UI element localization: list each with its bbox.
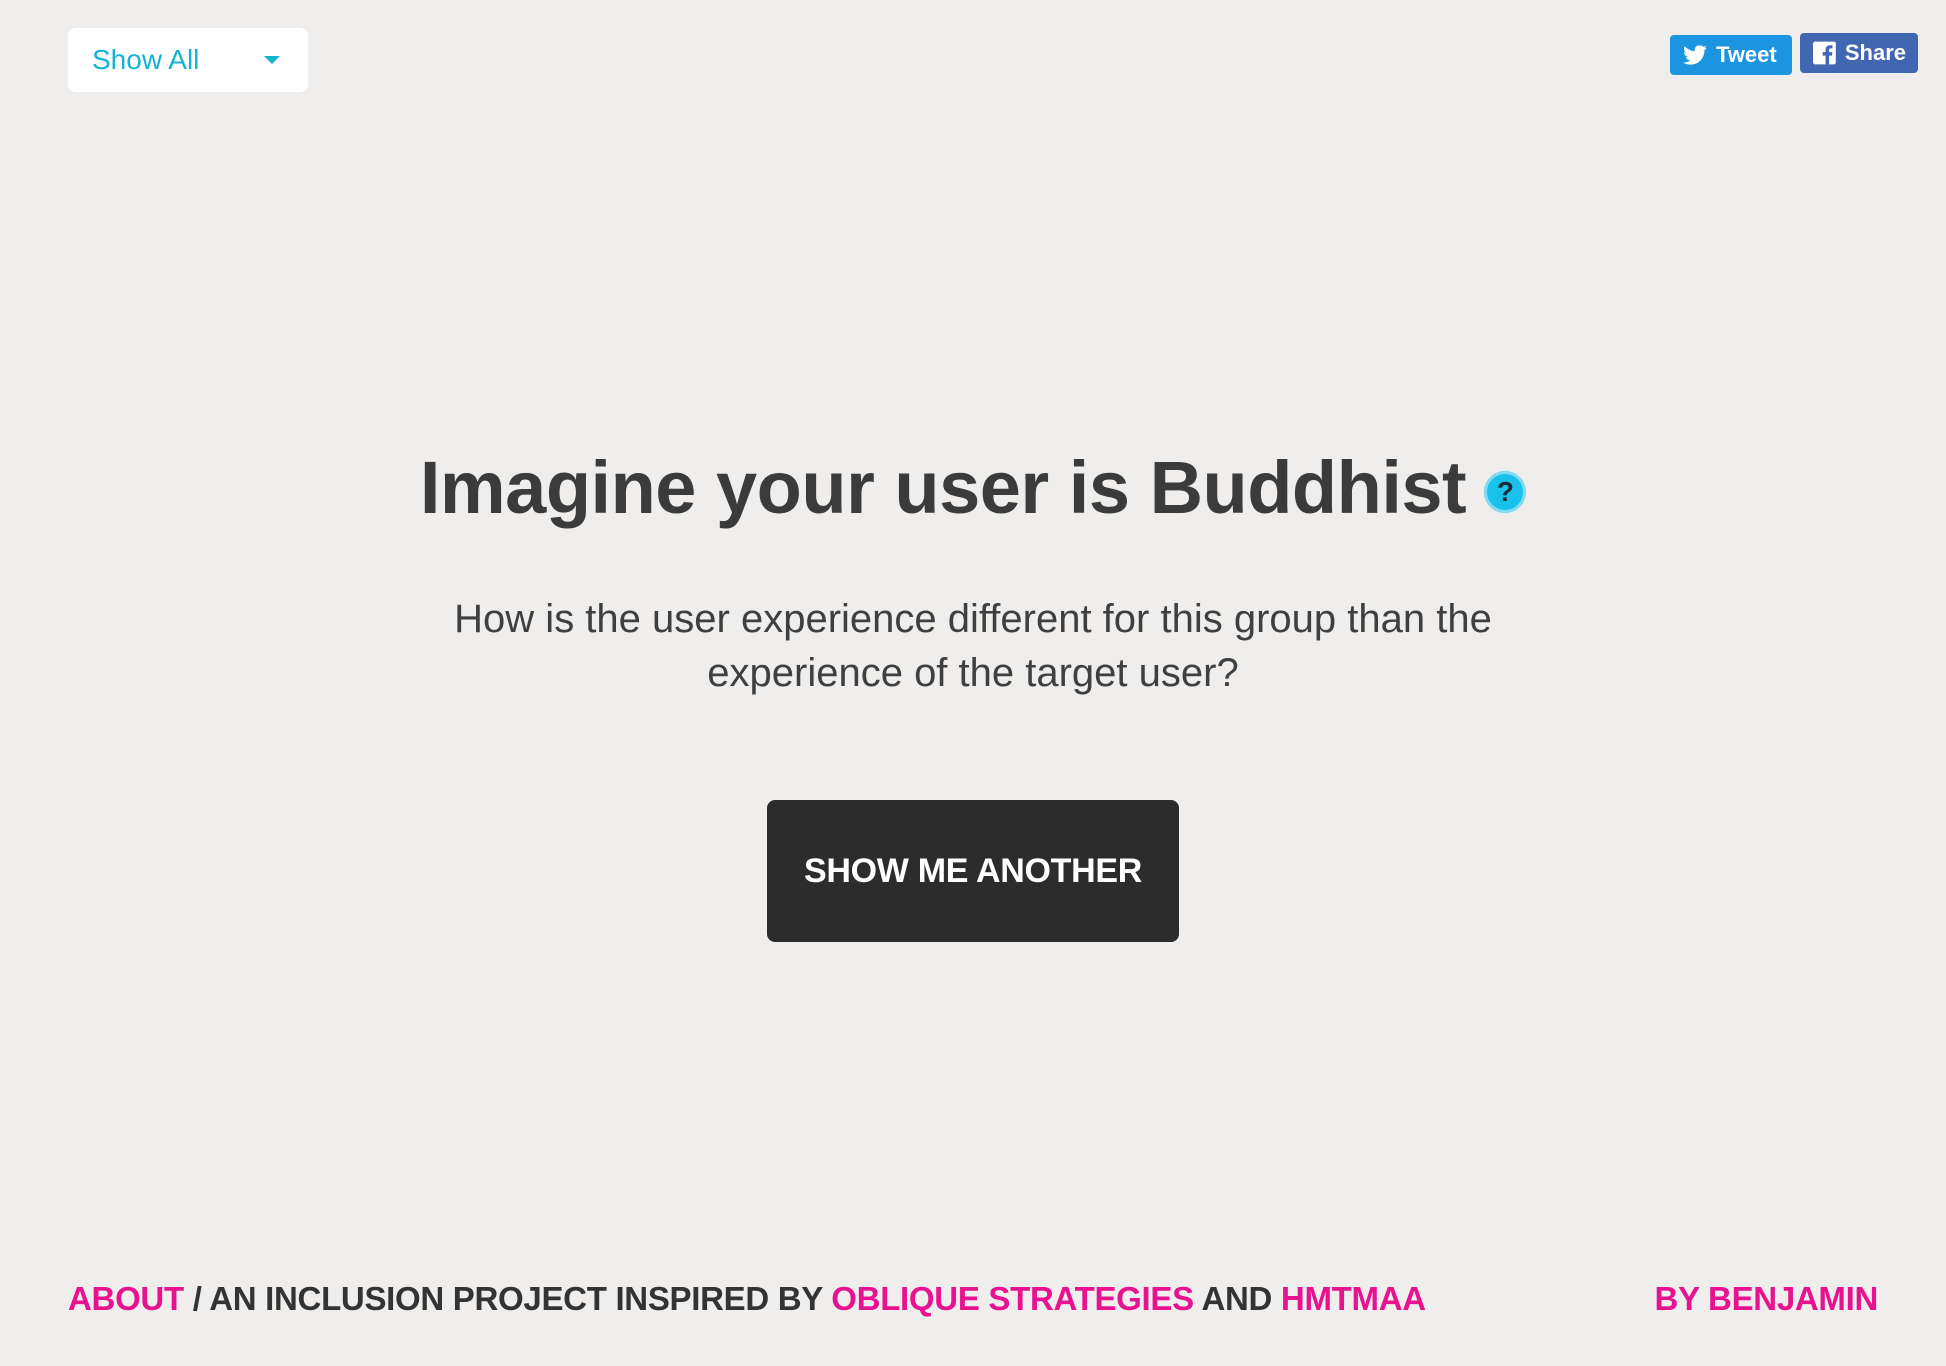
- help-icon[interactable]: ?: [1484, 471, 1527, 513]
- footer-text-2: AND: [1193, 1280, 1281, 1317]
- hmtmaa-link[interactable]: HMTMAA: [1281, 1280, 1426, 1317]
- author-link[interactable]: BY BENJAMIN: [1655, 1280, 1879, 1317]
- social-share-bar: Tweet Share: [1670, 33, 1918, 75]
- filter-dropdown[interactable]: Show All: [68, 28, 308, 92]
- filter-selected-value: Show All: [92, 44, 200, 75]
- about-link[interactable]: ABOUT: [68, 1280, 184, 1317]
- footer-text-1: / AN INCLUSION PROJECT INSPIRED BY: [183, 1280, 832, 1317]
- tweet-label: Tweet: [1716, 42, 1777, 67]
- share-label: Share: [1844, 40, 1906, 65]
- prompt-title-text: Imagine your user is Buddhist: [419, 446, 1467, 529]
- oblique-strategies-link[interactable]: OBLIQUE STRATEGIES: [831, 1280, 1194, 1317]
- tweet-button[interactable]: Tweet: [1670, 35, 1792, 75]
- caret-down-icon: [264, 56, 280, 64]
- prompt-question: How is the user experience different for…: [454, 597, 1492, 695]
- show-me-another-button[interactable]: SHOW ME ANOTHER: [767, 800, 1179, 942]
- facebook-icon: [1813, 41, 1836, 65]
- prompt-card: Imagine your user is Buddhist ? How is t…: [0, 446, 1946, 942]
- footer: ABOUT / AN INCLUSION PROJECT INSPIRED BY…: [68, 1280, 1878, 1318]
- footer-credits: ABOUT / AN INCLUSION PROJECT INSPIRED BY…: [68, 1280, 1426, 1318]
- prompt-title: Imagine your user is Buddhist ?: [419, 446, 1527, 530]
- facebook-share-button[interactable]: Share: [1800, 33, 1918, 73]
- twitter-bird-icon: [1683, 45, 1707, 65]
